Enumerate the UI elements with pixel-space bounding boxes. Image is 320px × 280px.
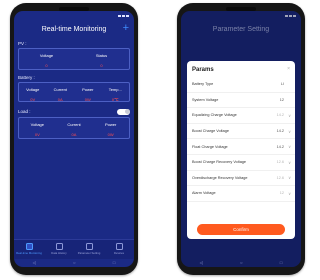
param-value: 14.2	[276, 113, 284, 118]
chevron-down-icon[interactable]: ∨	[284, 144, 291, 149]
confirm-button[interactable]: Confirm	[197, 224, 285, 235]
param-value: 12	[279, 191, 284, 196]
chart-icon	[55, 243, 63, 250]
back-icon[interactable]: ◁	[200, 261, 203, 265]
phone-frame-left: Real-time Monitoring + PV : Voltage 0 St…	[10, 3, 138, 275]
parameter-screen: Parameter Setting Params × Battery Type L…	[181, 11, 301, 267]
status-icons	[118, 14, 129, 17]
battery-power-cell: Power 0W	[74, 83, 102, 102]
load-card: Voltage 0V Current 0A Power 0W	[18, 117, 130, 139]
load-label: Load :	[18, 109, 31, 114]
load-toggle[interactable]	[117, 108, 130, 115]
device-icon	[115, 243, 123, 250]
recent-apps-icon[interactable]: □	[113, 261, 115, 265]
monitoring-screen: Real-time Monitoring + PV : Voltage 0 St…	[14, 11, 134, 267]
battery-voltage-cell: Voltage 0V	[19, 83, 47, 102]
pv-card: Voltage 0 Status 0	[18, 48, 130, 70]
pv-voltage-value: 0	[45, 63, 48, 68]
param-value: LI	[280, 82, 284, 87]
close-icon[interactable]: ×	[287, 66, 290, 72]
load-current-cell: Current 0A	[56, 118, 93, 138]
chevron-down-icon[interactable]: ∨	[284, 129, 291, 134]
param-row[interactable]: Battery Type LI	[187, 77, 295, 93]
load-header: Load :	[14, 104, 134, 115]
param-name: Boost Charge Voltage	[192, 129, 229, 134]
toggle-knob	[124, 109, 130, 114]
phone-frame-right: Parameter Setting Params × Battery Type L…	[177, 3, 305, 275]
tab-data-history[interactable]: Data History	[44, 240, 74, 259]
param-value: 14.2	[276, 144, 284, 149]
chevron-down-icon[interactable]: ∨	[284, 191, 291, 196]
param-list: Battery Type LI System Voltage 12 Equalizing…	[187, 77, 295, 202]
load-power-value: 0W	[107, 132, 114, 137]
tab-label: Data History	[51, 250, 67, 255]
battery-current-cell: Current 0A	[47, 83, 75, 102]
param-value: 12.6	[276, 160, 284, 165]
param-name: Battery Type	[192, 82, 214, 87]
home-icon[interactable]: ○	[73, 261, 75, 265]
battery-temp-cell: Temp... 0℃	[102, 83, 130, 102]
param-value: 12	[279, 97, 284, 102]
param-name: Overdischarge Recovery Voltage	[192, 175, 248, 180]
pv-status-value: 0	[100, 63, 103, 68]
load-power-cell: Power 0W	[92, 118, 129, 138]
back-icon[interactable]: ◁	[33, 261, 36, 265]
param-row[interactable]: Equalizing Charge Voltage 14.2 ∨	[187, 108, 295, 124]
add-icon[interactable]: +	[123, 23, 129, 34]
chevron-down-icon[interactable]: ∨	[284, 113, 291, 118]
page-title: Real-time Monitoring	[41, 25, 107, 33]
camera-notch	[226, 7, 256, 11]
param-name: Equalizing Charge Voltage	[192, 113, 237, 118]
param-row[interactable]: Overdischarge Recovery Voltage 12.6 ∨	[187, 171, 295, 187]
load-current-value: 0A	[71, 132, 77, 137]
pv-voltage-cell: Voltage 0	[19, 49, 74, 69]
param-name: Boost Charge Recovery Voltage	[192, 160, 247, 165]
camera-notch	[59, 7, 89, 11]
system-nav-bar: ◁ ○ □	[14, 259, 134, 267]
tab-realtime-monitoring[interactable]: Real-time Monitoring	[14, 240, 44, 259]
battery-current-value: 0A	[57, 97, 63, 102]
param-row[interactable]: System Voltage 12	[187, 93, 295, 109]
status-bar	[14, 11, 134, 20]
chevron-down-icon[interactable]: ∨	[284, 160, 291, 165]
load-voltage-value: 0V	[34, 132, 40, 137]
tab-devices[interactable]: Devices	[104, 240, 134, 259]
battery-label: Battery :	[18, 75, 35, 80]
monitor-icon	[25, 243, 33, 250]
home-icon[interactable]: ○	[240, 261, 242, 265]
dialog-title: Params	[192, 67, 214, 73]
battery-voltage-value: 0V	[30, 97, 36, 102]
load-voltage-cell: Voltage 0V	[19, 118, 56, 138]
param-name: Alarm Voltage	[192, 191, 216, 196]
param-row[interactable]: Alarm Voltage 12 ∨	[187, 186, 295, 202]
battery-power-value: 0W	[84, 97, 91, 102]
app-bar: Real-time Monitoring +	[14, 20, 134, 38]
settings-icon	[85, 243, 93, 250]
tab-label: Devices	[114, 250, 124, 255]
system-nav-bar: ◁ ○ □	[181, 259, 301, 267]
pv-label: PV :	[18, 41, 27, 46]
battery-temp-value: 0℃	[111, 97, 119, 102]
pv-status-cell: Status 0	[74, 49, 129, 69]
params-dialog: Params × Battery Type LI System Voltage 12 E…	[187, 61, 295, 239]
param-row[interactable]: Float Charge Voltage 14.2 ∨	[187, 139, 295, 155]
chevron-down-icon[interactable]: ∨	[284, 175, 291, 180]
param-row[interactable]: Boost Charge Recovery Voltage 12.6 ∨	[187, 155, 295, 171]
param-value: 12.6	[276, 175, 284, 180]
recent-apps-icon[interactable]: □	[280, 261, 282, 265]
battery-card: Voltage 0V Current 0A Power 0W Temp... 0…	[18, 82, 130, 102]
bottom-tab-bar: Real-time Monitoring Data History Parame…	[14, 239, 134, 259]
tab-label: Parameter Setting	[77, 250, 101, 255]
tab-label: Real-time Monitoring	[16, 250, 42, 255]
param-value: 14.2	[276, 129, 284, 134]
tab-parameter-setting[interactable]: Parameter Setting	[74, 240, 104, 259]
param-name: Float Charge Voltage	[192, 144, 228, 149]
param-name: System Voltage	[192, 97, 219, 102]
param-row[interactable]: Boost Charge Voltage 14.2 ∨	[187, 124, 295, 140]
